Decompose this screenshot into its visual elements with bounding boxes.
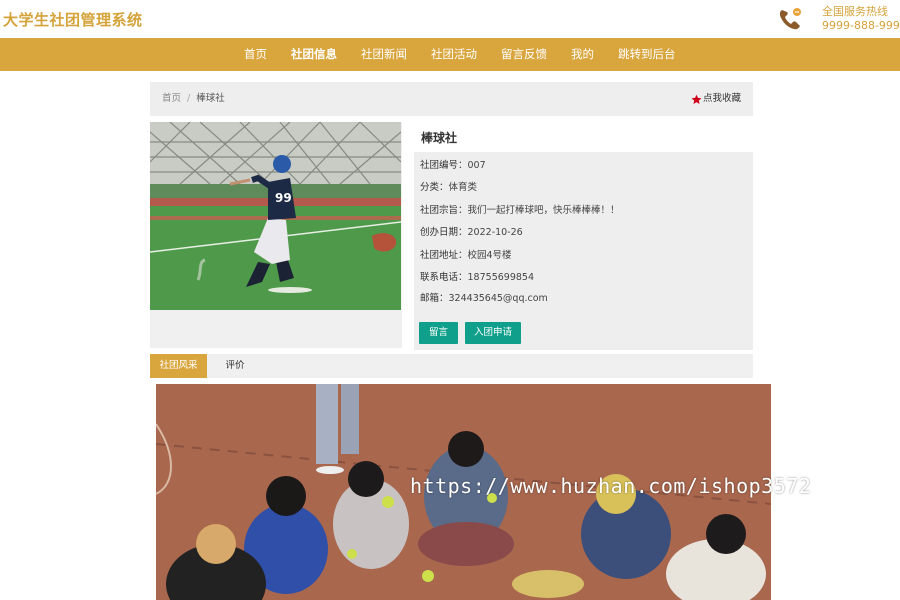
breadcrumb: 首页 / 棒球社 <box>162 82 225 116</box>
club-photo: 99 <box>150 122 401 310</box>
info-label: 社团地址： <box>420 250 468 261</box>
detail-tabs: 社团风采 评价 <box>150 354 753 378</box>
nav-item-club-activities[interactable]: 社团活动 <box>419 38 489 71</box>
star-icon <box>691 94 702 104</box>
main-nav: 首页 社团信息 社团新闻 社团活动 留言反馈 我的 跳转到后台 <box>0 38 900 71</box>
info-label: 社团编号： <box>420 160 468 171</box>
favorite-button[interactable]: 点我收藏 <box>691 82 741 116</box>
message-button[interactable]: 留言 <box>419 322 458 344</box>
nav-item-admin[interactable]: 跳转到后台 <box>606 38 688 71</box>
info-row-category: 分类：体育类 <box>420 179 477 193</box>
nav-item-club-info[interactable]: 社团信息 <box>279 38 349 71</box>
nav-item-mine[interactable]: 我的 <box>559 38 606 71</box>
join-application-button[interactable]: 入团申请 <box>465 322 521 344</box>
info-value: 18755699854 <box>467 272 535 283</box>
info-value: 007 <box>467 160 486 171</box>
club-name: 棒球社 <box>421 131 458 145</box>
phone-icon <box>779 8 801 30</box>
info-value: 2022-10-26 <box>467 227 523 238</box>
info-value: 324435645@qq.com <box>448 293 548 304</box>
info-row-address: 社团地址：校园4号楼 <box>420 247 512 261</box>
site-title: 大学生社团管理系统 <box>3 11 143 29</box>
info-value: 我们一起打棒球吧，快乐棒棒棒！！ <box>467 205 620 216</box>
hotline-number: 9999-888-999 <box>822 19 900 32</box>
breadcrumb-bar: 首页 / 棒球社 点我收藏 <box>150 82 753 116</box>
info-label: 社团宗旨： <box>420 205 468 216</box>
hotline: 全国服务热线 9999-888-999 <box>776 4 900 34</box>
club-photo-panel: 99 <box>150 122 402 348</box>
info-row-id: 社团编号：007 <box>420 157 486 171</box>
nav-item-feedback[interactable]: 留言反馈 <box>489 38 559 71</box>
breadcrumb-home[interactable]: 首页 <box>162 93 181 104</box>
info-value: 体育类 <box>448 182 478 193</box>
info-row-email: 邮箱：324435645@qq.com <box>420 290 548 304</box>
favorite-label: 点我收藏 <box>702 93 741 104</box>
hotline-label: 全国服务热线 <box>822 5 888 18</box>
top-header: 大学生社团管理系统 全国服务热线 9999-888-999 <box>0 0 900 38</box>
nav-item-home[interactable]: 首页 <box>232 38 279 71</box>
svg-text:99: 99 <box>275 191 292 205</box>
info-label: 创办日期： <box>420 227 468 238</box>
info-value: 校园4号楼 <box>467 250 512 261</box>
tab-club-style[interactable]: 社团风采 <box>150 354 207 378</box>
info-label: 分类： <box>420 182 449 193</box>
breadcrumb-current: 棒球社 <box>196 93 225 104</box>
info-row-phone: 联系电话：18755699854 <box>420 269 534 283</box>
watermark-text: https://www.huzhan.com/ishop3572 <box>410 474 812 498</box>
tab-reviews[interactable]: 评价 <box>220 354 250 378</box>
nav-item-club-news[interactable]: 社团新闻 <box>349 38 419 71</box>
info-row-founded: 创办日期：2022-10-26 <box>420 224 523 238</box>
club-info-panel: 棒球社 社团编号：007 分类：体育类 社团宗旨：我们一起打棒球吧，快乐棒棒棒！… <box>414 122 753 350</box>
info-row-purpose: 社团宗旨：我们一起打棒球吧，快乐棒棒棒！！ <box>420 202 620 216</box>
info-label: 联系电话： <box>420 272 468 283</box>
breadcrumb-separator: / <box>187 93 191 104</box>
info-label: 邮箱： <box>420 293 449 304</box>
